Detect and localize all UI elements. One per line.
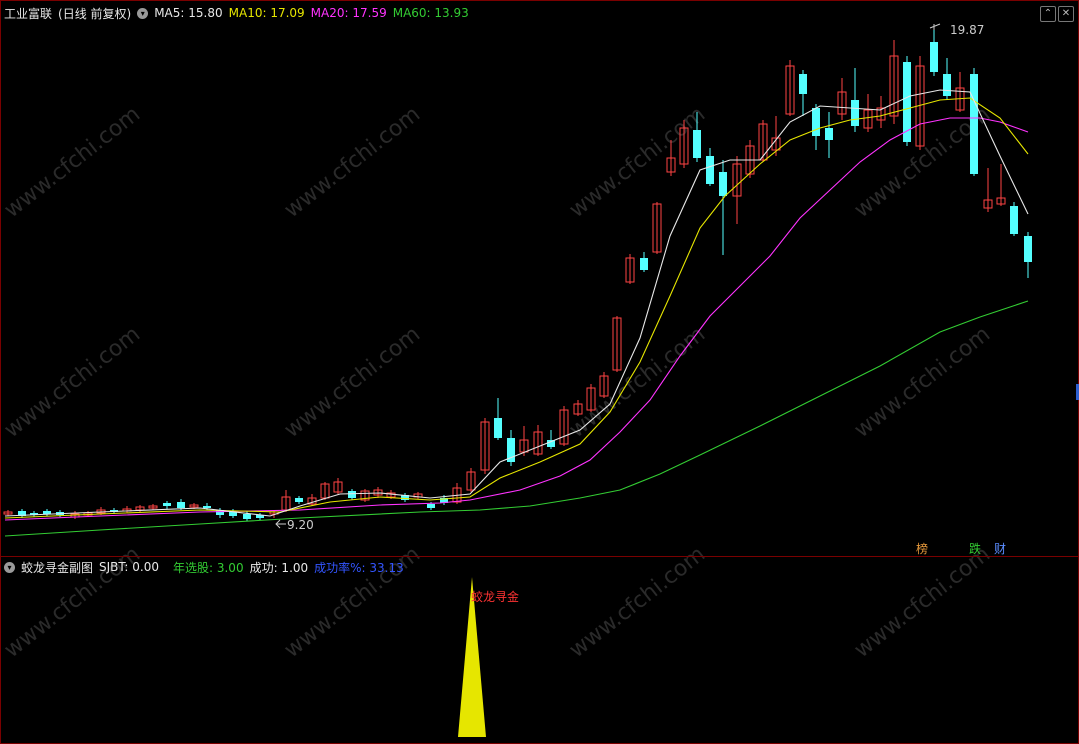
restore-button[interactable]: ⌃ xyxy=(1040,6,1056,22)
sjbt-value: SJBT: 0.00 xyxy=(99,560,159,574)
candle-body xyxy=(43,511,51,514)
candle-body xyxy=(943,74,951,96)
candle-body xyxy=(930,42,938,72)
candle-body xyxy=(851,100,859,126)
ma20-value: MA20: 17.59 xyxy=(310,6,387,20)
candle-body xyxy=(348,491,356,498)
candle-body xyxy=(295,498,303,502)
candle-body xyxy=(1010,206,1018,234)
ma5-value: MA5: 15.80 xyxy=(154,6,223,20)
candle-body xyxy=(427,504,435,508)
indicator-name[interactable]: 蛟龙寻金副图 xyxy=(21,559,93,576)
signal-label: 蛟龙寻金 xyxy=(471,589,519,604)
fall-badge[interactable]: 跌 xyxy=(968,542,982,556)
ma20-line xyxy=(4,117,1029,521)
indicator-chart[interactable]: 蛟龙寻金 xyxy=(0,557,1079,744)
low-price-marker: 9.20 xyxy=(287,518,314,532)
chevron-down-icon[interactable]: ▾ xyxy=(4,561,15,573)
nianxuangu-value: 年选股: 3.00 xyxy=(173,560,244,575)
sub-chart-header: ▾ 蛟龙寻金副图 SJBT: 0.00 年选股: 3.00 成功: 1.00 成… xyxy=(4,559,404,575)
high-price-marker: 19.87 xyxy=(950,23,984,37)
candle-body xyxy=(719,172,727,196)
ma5-line xyxy=(4,89,1029,517)
candle-body xyxy=(693,130,701,158)
main-chart-header: 工业富联 (日线 前复权) ▾ MA5: 15.80 MA10: 17.09 M… xyxy=(4,5,469,21)
candle-body xyxy=(825,128,833,140)
candle-body xyxy=(1024,236,1032,262)
chenggonglv-value: 成功率%: 33.13 xyxy=(314,560,404,575)
low-price-arrow xyxy=(275,519,286,529)
candle-body xyxy=(203,506,211,508)
high-price-arrow xyxy=(929,23,941,30)
close-button[interactable]: ✕ xyxy=(1058,6,1074,22)
candle-body xyxy=(243,514,251,519)
ma10-value: MA10: 17.09 xyxy=(228,6,305,20)
candle-body xyxy=(812,108,820,136)
ranking-badge[interactable]: 榜 xyxy=(915,542,929,556)
ma60-line xyxy=(4,300,1029,537)
candle-body xyxy=(494,418,502,438)
chenggong-value: 成功: 1.00 xyxy=(249,560,309,575)
candle-body xyxy=(640,258,648,270)
candle-body xyxy=(970,74,978,174)
candlestick-chart[interactable]: 19.87 9.20 xyxy=(0,0,1079,556)
candle-body xyxy=(799,74,807,94)
finance-badge[interactable]: 财 xyxy=(993,542,1007,556)
period-label[interactable]: (日线 前复权) xyxy=(58,5,131,22)
stock-name[interactable]: 工业富联 xyxy=(4,5,52,22)
candle-body xyxy=(177,502,185,508)
chevron-down-icon[interactable]: ▾ xyxy=(137,7,149,19)
ma60-value: MA60: 13.93 xyxy=(392,6,469,20)
candle-body xyxy=(706,156,714,184)
candle-body xyxy=(163,503,171,506)
